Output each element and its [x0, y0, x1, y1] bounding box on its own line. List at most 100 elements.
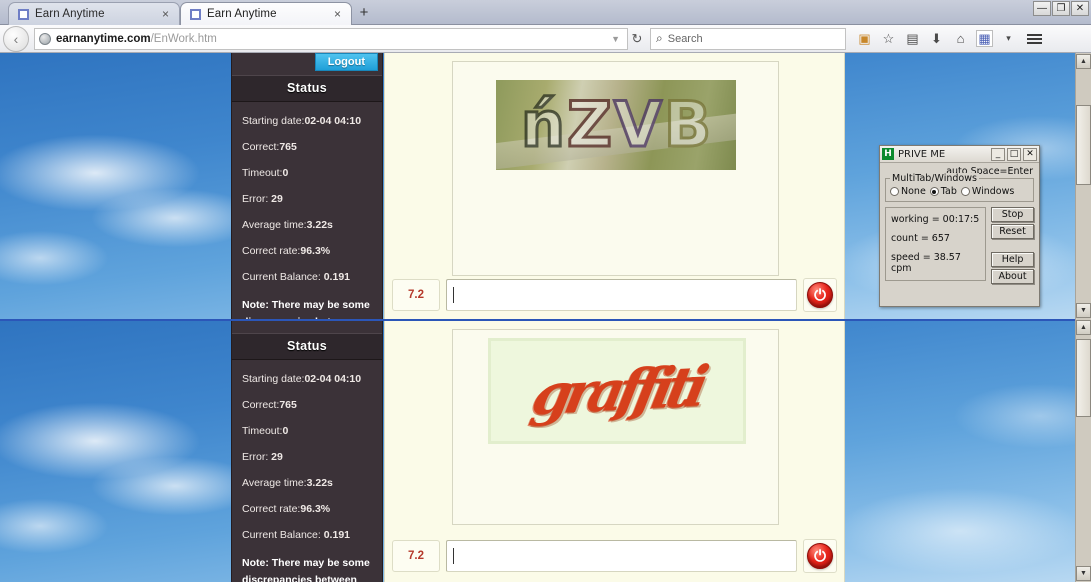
prive-body: auto Space=Enter MultiTab/Windows None T…	[880, 163, 1039, 286]
apps-grid-icon[interactable]: ▦	[976, 30, 993, 47]
tab-favicon-icon	[190, 8, 201, 20]
submit-power-button[interactable]: ⏻	[803, 539, 837, 573]
radio-label: Tab	[940, 186, 957, 197]
prive-button-group-primary: Stop Reset	[991, 207, 1034, 241]
work-frame-2: Status Starting date:02-04 04:10 Correct…	[0, 319, 1091, 582]
tab-close-icon[interactable]: ×	[332, 8, 343, 20]
status-value: 765	[279, 141, 297, 154]
radio-option-none[interactable]: None	[890, 186, 926, 197]
prive-fieldset-legend: MultiTab/Windows	[890, 173, 979, 184]
close-button[interactable]: ✕	[1071, 1, 1089, 16]
status-label: Timeout:	[242, 425, 283, 438]
prive-title-bar[interactable]: H PRIVE ME _ □ ✕	[880, 146, 1039, 163]
prive-window-title: PRIVE ME	[898, 148, 946, 160]
status-row-correct: Correct:765	[242, 399, 372, 411]
scroll-up-arrow-icon[interactable]: ▲	[1076, 320, 1091, 335]
url-domain: earnanytime.com	[56, 32, 151, 45]
status-row-starting-date: Starting date:02-04 04:10	[242, 373, 372, 385]
tab-close-icon[interactable]: ×	[160, 8, 171, 20]
scroll-up-arrow-icon[interactable]: ▲	[1076, 54, 1091, 69]
radio-option-tab[interactable]: Tab	[929, 186, 957, 197]
prive-minimize-button[interactable]: _	[991, 147, 1005, 161]
prive-stat-speed: speed = 38.57 cpm	[891, 252, 961, 274]
status-value: 29	[271, 193, 283, 206]
tab-title: Earn Anytime	[207, 8, 277, 20]
url-text: earnanytime.com/EnWork.htm	[56, 33, 217, 45]
back-button[interactable]: ‹	[3, 25, 29, 52]
radio-option-windows[interactable]: Windows	[960, 186, 1015, 197]
minimize-button[interactable]: —	[1033, 1, 1051, 16]
prive-restore-button[interactable]: □	[1007, 147, 1021, 161]
radio-label: Windows	[971, 186, 1015, 197]
overflow-chevron-icon[interactable]: ▾	[1000, 30, 1017, 47]
browser-tab-2[interactable]: Earn Anytime ×	[180, 2, 352, 25]
chevron-down-icon[interactable]: ▼	[611, 34, 623, 44]
new-tab-button[interactable]: +	[354, 4, 374, 23]
prive-me-window[interactable]: H PRIVE ME _ □ ✕ auto Space=Enter MultiT…	[879, 145, 1040, 307]
addon-icon[interactable]: ▣	[856, 30, 873, 47]
scroll-down-arrow-icon[interactable]: ▼	[1076, 303, 1091, 318]
captcha-answer-input[interactable]	[446, 540, 797, 572]
scroll-thumb[interactable]	[1076, 105, 1091, 185]
captcha-answer-row: 7.2 ⏻	[386, 536, 843, 576]
text-caret	[453, 548, 454, 564]
frame-1-scrollbar[interactable]: ▲ ▼	[1075, 53, 1091, 319]
submit-power-button[interactable]: ⏻	[803, 278, 837, 312]
home-icon[interactable]: ⌂	[952, 30, 969, 47]
about-button[interactable]: About	[991, 269, 1034, 284]
status-label: Error:	[242, 451, 272, 464]
status-row-correct: Correct:765	[242, 141, 372, 153]
prive-radio-group: None Tab Windows	[890, 182, 1029, 197]
logout-button[interactable]: Logout	[314, 53, 378, 71]
status-label: Correct rate:	[242, 245, 301, 258]
frame-2-scrollbar[interactable]: ▲ ▼	[1075, 319, 1091, 582]
captcha-char: Z	[565, 88, 613, 161]
radio-dot-icon	[890, 187, 899, 196]
status-value: 96.3%	[300, 245, 331, 258]
status-row-error: Error: 29	[242, 451, 372, 463]
captcha-char: B	[662, 88, 712, 161]
restore-button[interactable]: ❐	[1052, 1, 1070, 16]
scroll-down-arrow-icon[interactable]: ▼	[1076, 566, 1091, 581]
site-identity-globe-icon	[39, 32, 51, 45]
reward-amount-label: 7.2	[392, 279, 440, 311]
status-heading: Status	[232, 75, 382, 102]
captcha-container: ń Z V B	[452, 61, 779, 276]
captcha-char: ń	[519, 88, 566, 161]
captcha-container: graffiti	[452, 329, 779, 525]
search-icon: ⌕	[656, 31, 663, 45]
scroll-thumb[interactable]	[1076, 339, 1091, 417]
status-value: 02-04 04:10	[304, 115, 362, 127]
download-icon[interactable]: ⬇	[928, 30, 945, 47]
tab-title: Earn Anytime	[35, 8, 105, 20]
help-button[interactable]: Help	[991, 252, 1034, 267]
search-bar[interactable]: ⌕ Search	[650, 27, 846, 50]
radio-dot-icon	[929, 187, 939, 196]
prive-stats-box: working = 00:17:5 count = 657 speed = 38…	[885, 207, 987, 281]
status-label: Average time:	[242, 477, 307, 490]
bookmark-star-icon[interactable]: ☆	[880, 30, 897, 47]
stop-button[interactable]: Stop	[991, 207, 1034, 222]
prive-stat-working: working = 00:17:5	[891, 214, 980, 225]
prive-close-button[interactable]: ✕	[1023, 147, 1037, 161]
prive-button-group-secondary: Help About	[991, 252, 1034, 286]
status-label: Error:	[242, 193, 272, 206]
status-list: Starting date:02-04 04:10 Correct:765 Ti…	[232, 102, 382, 319]
reset-button[interactable]: Reset	[991, 224, 1034, 239]
navigation-toolbar: ‹ earnanytime.com/EnWork.htm ▼ ↻ ⌕ Searc…	[0, 25, 1091, 53]
reader-icon[interactable]: ▤	[904, 30, 921, 47]
status-row-starting-date: Starting date:02-04 04:10	[242, 115, 372, 127]
prive-main-row: working = 00:17:5 count = 657 speed = 38…	[885, 207, 1034, 286]
reload-icon[interactable]: ↻	[628, 31, 646, 47]
status-label: Starting date:	[242, 373, 305, 385]
captcha-answer-input[interactable]	[446, 279, 797, 311]
captcha-image: ń Z V B	[496, 80, 736, 170]
logout-area: Logout	[232, 53, 382, 75]
status-value: 0.191	[323, 271, 350, 284]
status-sidebar: Status Starting date:02-04 04:10 Correct…	[231, 321, 383, 582]
address-bar[interactable]: earnanytime.com/EnWork.htm ▼	[34, 27, 628, 50]
browser-tab-1[interactable]: Earn Anytime ×	[8, 2, 180, 25]
menu-hamburger-icon[interactable]	[1027, 33, 1042, 44]
search-placeholder: Search	[667, 32, 703, 45]
status-row-average-time: Average time:3.22s	[242, 477, 372, 489]
